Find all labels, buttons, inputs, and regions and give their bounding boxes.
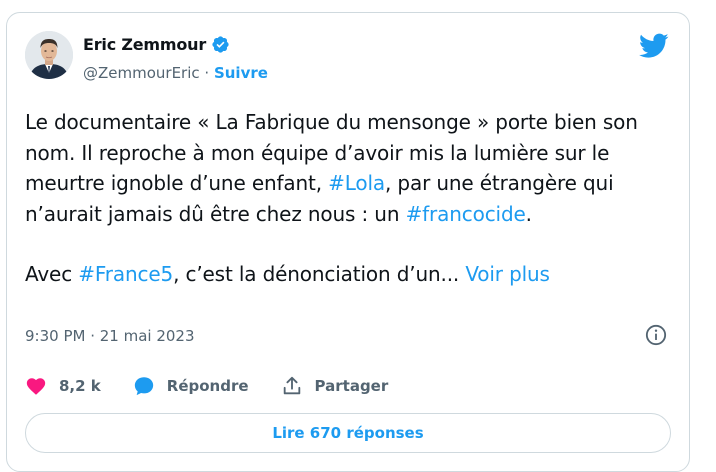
info-icon[interactable] [645, 324, 667, 346]
handle[interactable]: @ZemmourEric [83, 64, 200, 82]
reply-button[interactable]: Répondre [133, 375, 249, 397]
hashtag-link[interactable]: #Lola [328, 171, 385, 195]
share-icon [283, 376, 300, 395]
tweet-text-segment: . [525, 201, 532, 226]
hashtag-link[interactable]: #francocide [406, 202, 526, 226]
avatar-portrait [25, 31, 73, 79]
read-replies-button[interactable]: Lire 670 réponses [25, 413, 671, 453]
reply-label: Répondre [166, 377, 249, 395]
handle-separator: · [199, 64, 214, 82]
tweet-text-segment: , c’est la dénonciation d’un... [173, 262, 466, 286]
share-label: Partager [314, 377, 389, 395]
twitter-bird-icon[interactable] [639, 33, 669, 59]
display-name-row: Eric Zemmour [83, 35, 230, 54]
follow-button[interactable]: Suivre [214, 64, 268, 82]
actions-row: 8,2 k Répondre Partager [25, 375, 420, 397]
timestamp[interactable]: 9:30 PM · 21 mai 2023 [25, 327, 195, 345]
tweet-card: Eric Zemmour @ZemmourEric · Suivre Le do… [6, 12, 690, 472]
hashtag-link[interactable]: #France5 [78, 262, 173, 286]
heart-icon [26, 378, 46, 395]
tweet-paragraph: Avec #France5, c’est la dénonciation d’u… [25, 259, 675, 290]
like-button[interactable]: 8,2 k [25, 375, 101, 397]
tweet-text: Le documentaire « La Fabrique du mensong… [25, 107, 675, 290]
share-button[interactable]: Partager [281, 375, 389, 397]
verified-badge-icon [212, 36, 229, 53]
display-name[interactable]: Eric Zemmour [83, 35, 206, 54]
avatar[interactable] [25, 31, 73, 79]
tweet-paragraph: Le documentaire « La Fabrique du mensong… [25, 107, 675, 229]
tweet-text-segment: Avec [25, 262, 79, 286]
handle-row: @ZemmourEric · Suivre [83, 64, 268, 82]
reply-bubble-icon [134, 377, 153, 396]
like-count: 8,2 k [59, 377, 101, 395]
read-more-link[interactable]: Voir plus [465, 262, 550, 286]
